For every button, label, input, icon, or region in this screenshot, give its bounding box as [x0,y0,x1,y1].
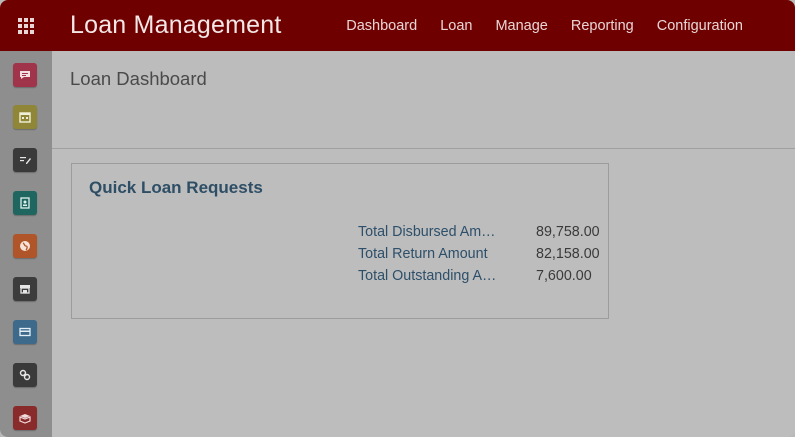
main-content: Loan Dashboard Quick Loan Requests Total… [52,51,795,437]
top-navbar: Loan Management Dashboard Loan Manage Re… [0,0,795,51]
stat-label[interactable]: Total Disbursed Am… [358,224,503,240]
app-sidebar [0,51,52,437]
menu-manage[interactable]: Manage [495,18,547,34]
quick-loan-requests-card: Quick Loan Requests Total Disbursed Am… … [71,163,609,319]
stat-row-return: Total Return Amount 82,158.00 [358,243,600,265]
stat-value: 7,600.00 [536,268,592,284]
notes-icon[interactable] [13,148,37,172]
store-icon[interactable] [13,277,37,301]
menu-configuration[interactable]: Configuration [657,18,743,34]
discuss-icon[interactable] [13,63,37,87]
card-title: Quick Loan Requests [89,178,263,197]
payment-card-icon[interactable] [13,320,37,344]
contacts-icon[interactable] [13,191,37,215]
stats-table: Total Disbursed Am… 89,758.00 Total Retu… [358,221,600,287]
main-menu: Dashboard Loan Manage Reporting Configur… [346,0,795,51]
menu-loan[interactable]: Loan [440,18,472,34]
menu-reporting[interactable]: Reporting [571,18,634,34]
stat-label[interactable]: Total Outstanding A… [358,268,503,284]
website-icon[interactable] [13,234,37,258]
stat-row-outstanding: Total Outstanding A… 7,600.00 [358,265,593,287]
app-window: Loan Management Dashboard Loan Manage Re… [0,0,795,437]
menu-dashboard[interactable]: Dashboard [346,18,417,34]
link-icon[interactable] [13,363,37,387]
stat-value: 82,158.00 [536,246,600,262]
control-panel: Loan Dashboard [52,51,795,149]
grid-icon [18,17,34,34]
apps-menu-button[interactable] [0,0,52,51]
stat-label[interactable]: Total Return Amount [358,246,503,262]
breadcrumb: Loan Dashboard [70,68,207,89]
stat-row-disbursed: Total Disbursed Am… 89,758.00 [358,221,600,243]
app-title: Loan Management [70,11,282,39]
inventory-icon[interactable] [13,406,37,430]
calendar-icon[interactable] [13,105,37,129]
stat-value: 89,758.00 [536,224,600,240]
